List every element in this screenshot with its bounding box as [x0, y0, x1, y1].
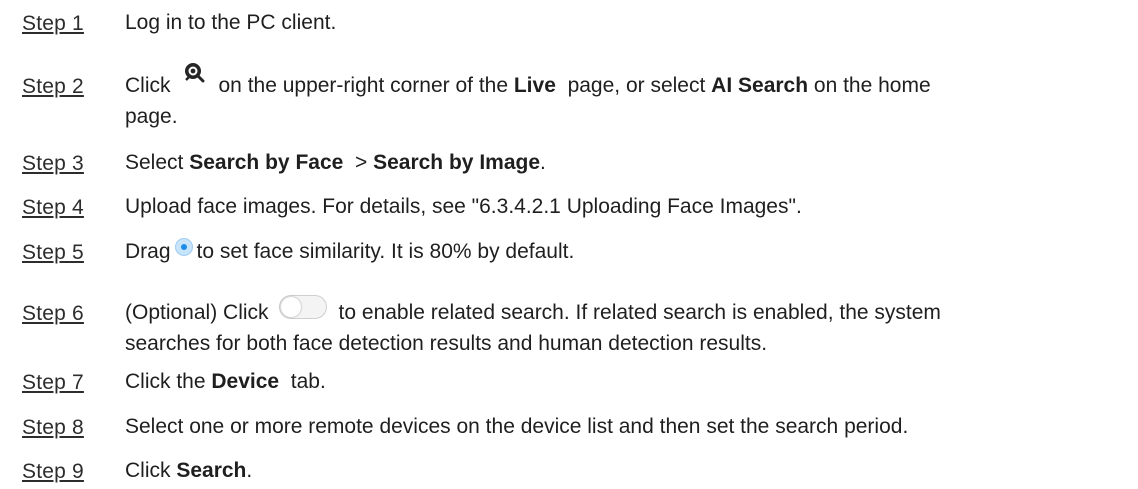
toggle-switch-icon: [278, 295, 327, 320]
step-text: Log in to the PC client.: [125, 7, 1125, 38]
step-text-segment: on the upper-right corner of the: [218, 74, 509, 97]
step-label: Step 3: [22, 152, 84, 175]
step-text-segment: Click: [125, 74, 171, 97]
step-text-segment: Log in to the PC client.: [125, 11, 337, 34]
step-text-segment: on the home: [813, 74, 931, 97]
ui-term: AI Search: [711, 74, 809, 97]
step-text: Select one or more remote devices on the…: [125, 411, 1125, 442]
step-text: (Optional) Click to enable related search…: [125, 295, 1125, 359]
step-text-segment: page, or select: [567, 74, 706, 97]
step-text-segment: searches for both face detection results…: [125, 332, 768, 355]
step-label: Step 9: [22, 460, 84, 483]
step-text-segment: Select one or more remote devices on the…: [125, 415, 909, 438]
step-label: Step 4: [22, 196, 84, 219]
step-label: Step 1: [22, 12, 84, 35]
step-text: Upload face images. For details, see "6.…: [125, 191, 1125, 222]
step-label: Step 6: [22, 302, 84, 325]
step-text-segment: to enable related search. If related sea…: [338, 301, 941, 324]
ui-term: Search by Face: [189, 151, 344, 174]
step-label: Step 2: [22, 75, 84, 98]
step-text-segment: page.: [125, 105, 178, 128]
step-text: Click on the upper-right corner of the Li…: [125, 63, 1125, 132]
step-text-segment: tab.: [290, 370, 326, 393]
slider-handle-icon: [174, 238, 193, 257]
ui-term: Search: [176, 459, 247, 482]
step-text-segment: .: [540, 151, 546, 174]
step-text-segment: Upload face images. For details, see "6.…: [125, 195, 802, 218]
step-text-segment: Click the: [125, 370, 206, 393]
step-text-segment: Select: [125, 151, 184, 174]
step-text-segment: Drag: [125, 240, 171, 263]
ui-term: Device: [211, 370, 280, 393]
step-text-segment: .: [246, 459, 253, 482]
ui-term: Search by Image: [373, 151, 541, 174]
ai-search-face-icon: [183, 61, 205, 83]
step-text: Click the Device tab.: [125, 366, 1125, 397]
step-label: Step 8: [22, 416, 84, 439]
step-text: Drag to set face similarity. It is 80% by…: [125, 236, 1125, 267]
step-text: Click Search.: [125, 455, 1125, 486]
step-text-segment: Click: [125, 459, 171, 482]
step-text-segment: to set face similarity. It is 80% by def…: [196, 240, 575, 263]
step-label: Step 5: [22, 241, 84, 264]
step-text-segment: >: [354, 151, 374, 174]
step-text: Select Search by Face > Search by Image.: [125, 147, 1125, 178]
step-label: Step 7: [22, 371, 84, 394]
ui-term: Live: [513, 74, 556, 97]
step-text-segment: (Optional) Click: [125, 301, 269, 324]
